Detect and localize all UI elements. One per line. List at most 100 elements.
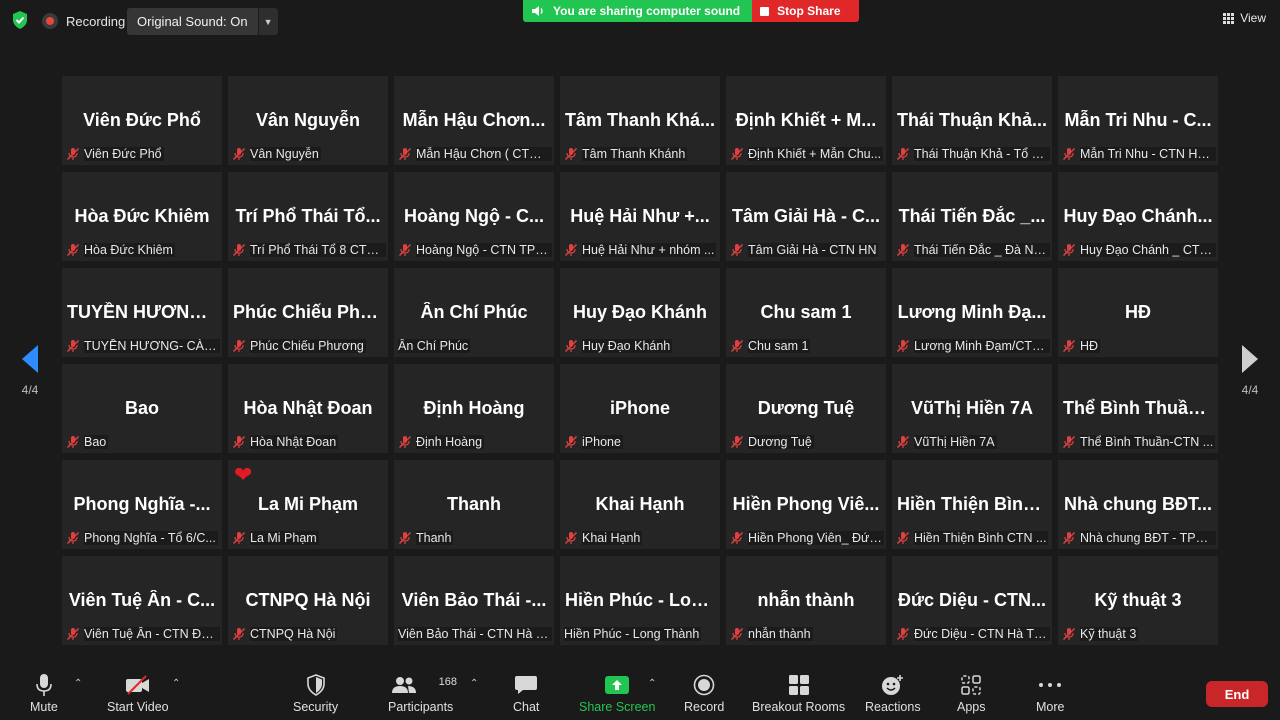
participant-tile[interactable]: Định Hoàng Định Hoàng <box>394 364 554 453</box>
participant-name-label: Thể Bình Thuần-CTN ... <box>1062 433 1216 450</box>
participant-name: HĐ <box>1080 338 1101 353</box>
participant-tile[interactable]: Phong Nghĩa -... Phong Nghĩa - Tổ 6/C... <box>62 460 222 549</box>
original-sound-button[interactable]: Original Sound: On <box>127 8 258 35</box>
microphone-muted-icon <box>232 531 246 545</box>
participant-tile[interactable]: Tâm Giải Hà - C... Tâm Giải Hà - CTN HN <box>726 172 886 261</box>
mute-options-chevron-up-icon[interactable]: ⌃ <box>74 678 82 689</box>
participant-tile[interactable]: Hòa Đức Khiêm Hòa Đức Khiêm <box>62 172 222 261</box>
participants-options-chevron-up-icon[interactable]: ⌃ <box>470 678 478 689</box>
breakout-rooms-button[interactable]: Breakout Rooms <box>752 672 845 714</box>
participant-name: Ân Chí Phúc <box>398 338 471 353</box>
participant-display-name: VũThị Hiền 7A <box>910 398 1033 418</box>
participant-name-label: Viên Đức Phổ <box>66 145 220 162</box>
mute-button[interactable]: Mute <box>30 672 58 714</box>
arrow-right-icon[interactable] <box>1242 345 1258 373</box>
participant-tile[interactable]: Kỹ thuật 3 Kỹ thuật 3 <box>1058 556 1218 645</box>
participant-display-name: Viên Bảo Thái -... <box>401 590 547 610</box>
share-options-chevron-up-icon[interactable]: ⌃ <box>648 678 656 689</box>
participant-name-label: Phúc Chiếu Phương <box>232 337 386 354</box>
start-video-button[interactable]: Start Video <box>107 672 169 714</box>
participant-tile[interactable]: Vân Nguyễn Vân Nguyễn <box>228 76 388 165</box>
participant-tile[interactable]: Hiền Phong Viê... Hiền Phong Viên_ Đức... <box>726 460 886 549</box>
participant-tile[interactable]: Viên Đức Phổ Viên Đức Phổ <box>62 76 222 165</box>
microphone-muted-icon <box>564 531 578 545</box>
microphone-muted-icon <box>1062 531 1076 545</box>
previous-page-nav[interactable]: 4/4 <box>10 345 50 397</box>
share-screen-button[interactable]: Share Screen <box>579 672 655 714</box>
participant-tile[interactable]: Ân Chí Phúc Ân Chí Phúc <box>394 268 554 357</box>
participant-tile[interactable]: Tâm Thanh Khá... Tâm Thanh Khánh <box>560 76 720 165</box>
participant-name: TUYỀN HƯƠNG- CÀ M... <box>84 338 220 353</box>
chevron-down-icon[interactable]: ▼ <box>257 8 278 35</box>
participant-tile[interactable]: nhẫn thành nhẫn thành <box>726 556 886 645</box>
participant-tile[interactable]: Lương Minh Đạ... Lương Minh Đạm/CTN... <box>892 268 1052 357</box>
participant-name: Hòa Đức Khiêm <box>84 242 175 257</box>
participant-tile[interactable]: Huy Đạo Khánh Huy Đạo Khánh <box>560 268 720 357</box>
participant-display-name: Viên Đức Phổ <box>83 110 201 130</box>
participant-tile[interactable]: Đức Diệu - CTN... Đức Diệu - CTN Hà Tĩnh <box>892 556 1052 645</box>
chat-button[interactable]: Chat <box>513 672 539 714</box>
more-button[interactable]: More <box>1036 672 1064 714</box>
participant-display-name: nhẫn thành <box>757 590 855 610</box>
participant-tile[interactable]: Thái Tiến Đắc _... Thái Tiến Đắc _ Đà Nẵ.… <box>892 172 1052 261</box>
speaker-icon <box>532 6 543 16</box>
participant-tile[interactable]: Thể Bình Thuần... Thể Bình Thuần-CTN ... <box>1058 364 1218 453</box>
participant-name-label: Huệ Hải Như + nhóm ... <box>564 241 718 258</box>
participant-tile[interactable]: Bao Bao <box>62 364 222 453</box>
view-button[interactable]: View <box>1223 8 1266 28</box>
record-button[interactable]: Record <box>684 672 724 714</box>
recording-indicator[interactable]: Recording <box>42 11 125 31</box>
participant-display-name: Vân Nguyễn <box>255 110 361 130</box>
participant-tile[interactable]: Thanh Thanh <box>394 460 554 549</box>
encryption-shield-icon[interactable] <box>10 10 30 30</box>
participant-tile[interactable]: Mẫn Tri Nhu - C... Mẫn Tri Nhu - CTN HC..… <box>1058 76 1218 165</box>
participant-name-label: Đức Diệu - CTN Hà Tĩnh <box>896 625 1050 642</box>
participant-tile[interactable]: Viên Tuệ Ân - C... Viên Tuệ Ân - CTN Đài.… <box>62 556 222 645</box>
participants-button[interactable]: 168 Participants <box>388 672 457 714</box>
next-page-nav[interactable]: 4/4 <box>1230 345 1270 397</box>
participant-tile[interactable]: Mẫn Hậu Chơn... Mẫn Hậu Chơn ( CTN_... <box>394 76 554 165</box>
participant-display-name: Thái Thuận Khả... <box>897 110 1048 130</box>
end-meeting-button[interactable]: End <box>1206 681 1268 707</box>
chat-icon <box>515 676 538 694</box>
participant-tile[interactable]: Dương Tuệ Dương Tuệ <box>726 364 886 453</box>
participant-name: Hiền Phúc - Long Thành <box>564 626 702 641</box>
participant-tile[interactable]: Viên Bảo Thái -... Viên Bảo Thái - CTN Hà… <box>394 556 554 645</box>
participant-tile[interactable]: HĐ HĐ <box>1058 268 1218 357</box>
participant-name-label: La Mi Phạm <box>232 529 386 546</box>
participant-tile[interactable]: Huy Đạo Chánh... Huy Đạo Chánh _ CTN ... <box>1058 172 1218 261</box>
participant-display-name: Mẫn Tri Nhu - C... <box>1064 110 1212 130</box>
participant-tile[interactable]: Hòa Nhật Đoan Hòa Nhật Đoan <box>228 364 388 453</box>
participant-tile[interactable]: ❤ La Mi Phạm La Mi Phạm <box>228 460 388 549</box>
arrow-left-icon[interactable] <box>22 345 38 373</box>
participant-tile[interactable]: Phúc Chiếu Phư... Phúc Chiếu Phương <box>228 268 388 357</box>
participant-display-name: HĐ <box>1125 302 1151 322</box>
participant-tile[interactable]: Trí Phổ Thái Tổ... Trí Phổ Thái Tổ 8 CTN.… <box>228 172 388 261</box>
participant-tile[interactable]: VũThị Hiền 7A VũThị Hiền 7A <box>892 364 1052 453</box>
participant-tile[interactable]: Khai Hạnh Khai Hạnh <box>560 460 720 549</box>
participant-tile[interactable]: Thái Thuận Khả... Thái Thuận Khả - Tổ 5 .… <box>892 76 1052 165</box>
microphone-icon <box>36 674 52 696</box>
security-button[interactable]: Security <box>293 672 338 714</box>
apps-button[interactable]: Apps <box>957 672 986 714</box>
participant-tile[interactable]: Nhà chung BĐT... Nhà chung BĐT - TPH... <box>1058 460 1218 549</box>
video-off-icon <box>125 675 149 695</box>
participant-tile[interactable]: Huệ Hải Như +... Huệ Hải Như + nhóm ... <box>560 172 720 261</box>
stop-share-button[interactable]: Stop Share <box>752 0 859 22</box>
participant-tile[interactable]: iPhone iPhone <box>560 364 720 453</box>
participant-name: Huy Đạo Khánh <box>582 338 673 353</box>
participant-tile[interactable]: TUYỀN HƯƠNG... TUYỀN HƯƠNG- CÀ M... <box>62 268 222 357</box>
participant-name: Thái Tiến Đắc _ Đà Nẵ... <box>914 242 1050 257</box>
participant-name: Viên Bảo Thái - CTN Hà N... <box>398 626 552 641</box>
participant-tile[interactable]: Định Khiết + M... Định Khiết + Mẫn Chu... <box>726 76 886 165</box>
participant-tile[interactable]: Hiền Thiện Bình... Hiền Thiện Bình CTN ..… <box>892 460 1052 549</box>
participant-tile[interactable]: Hiền Phúc - Lon... Hiền Phúc - Long Thành <box>560 556 720 645</box>
reactions-button[interactable]: Reactions <box>865 672 921 714</box>
participant-tile[interactable]: Chu sam 1 Chu sam 1 <box>726 268 886 357</box>
participant-name-label: Hiền Thiện Bình CTN ... <box>896 529 1050 546</box>
video-options-chevron-up-icon[interactable]: ⌃ <box>172 678 180 689</box>
share-screen-icon <box>605 676 630 694</box>
participant-tile[interactable]: CTNPQ Hà Nội CTNPQ Hà Nội <box>228 556 388 645</box>
participant-tile[interactable]: Hoàng Ngộ - C... Hoàng Ngộ - CTN TPH... <box>394 172 554 261</box>
original-sound-control[interactable]: Original Sound: On ▼ <box>127 8 278 35</box>
